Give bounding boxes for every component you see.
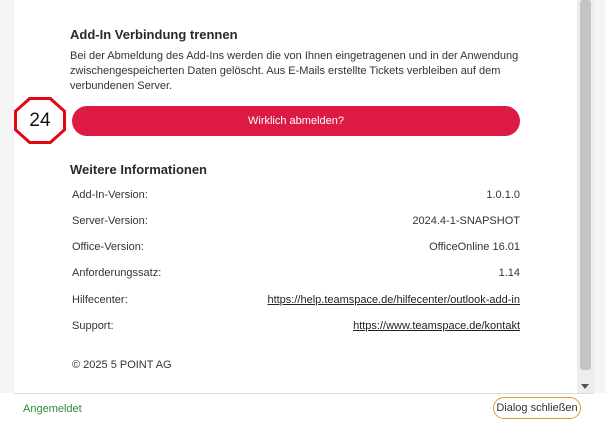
info-value: 2024.4-1-SNAPSHOT	[412, 215, 520, 227]
copyright: © 2025 5 POINT AG	[72, 359, 172, 371]
scrollbar[interactable]	[577, 0, 594, 393]
info-heading: Weitere Informationen	[70, 162, 208, 177]
logout-button[interactable]: Wirklich abmelden?	[72, 106, 520, 136]
support-link[interactable]: https://www.teamspace.de/kontakt	[353, 320, 520, 332]
info-label: Hilfecenter:	[72, 294, 128, 306]
step-badge: 24	[14, 97, 66, 144]
info-value: OfficeOnline 16.01	[429, 241, 520, 253]
info-value: 1.14	[498, 267, 520, 279]
info-row-support: Support: https://www.teamspace.de/kontak…	[72, 320, 520, 336]
info-row-requirement-set: Anforderungssatz: 1.14	[72, 267, 520, 283]
left-edge	[0, 0, 14, 393]
info-label: Office-Version:	[72, 241, 144, 253]
status-text: Angemeldet	[23, 403, 82, 415]
right-edge	[594, 0, 605, 393]
scrollbar-thumb[interactable]	[580, 0, 591, 370]
disconnect-description: Bei der Abmeldung des Add-Ins werden die…	[70, 50, 519, 92]
info-label: Anforderungssatz:	[72, 267, 162, 279]
disconnect-heading: Add-In Verbindung trennen	[70, 27, 238, 42]
scroll-down-icon[interactable]	[581, 384, 589, 389]
info-row-server-version: Server-Version: 2024.4-1-SNAPSHOT	[72, 215, 520, 231]
info-label: Server-Version:	[72, 215, 148, 227]
footer-divider	[14, 393, 594, 394]
info-label: Support:	[72, 320, 114, 332]
info-label: Add-In-Version:	[72, 189, 148, 201]
close-dialog-button[interactable]: Dialog schließen	[493, 397, 581, 419]
info-row-office-version: Office-Version: OfficeOnline 16.01	[72, 241, 520, 257]
info-row-helpcenter: Hilfecenter: https://help.teamspace.de/h…	[72, 294, 520, 310]
info-row-addin-version: Add-In-Version: 1.0.1.0	[72, 189, 520, 205]
info-value: 1.0.1.0	[486, 189, 520, 201]
step-badge-number: 24	[17, 100, 63, 141]
helpcenter-link[interactable]: https://help.teamspace.de/hilfecenter/ou…	[267, 294, 520, 306]
